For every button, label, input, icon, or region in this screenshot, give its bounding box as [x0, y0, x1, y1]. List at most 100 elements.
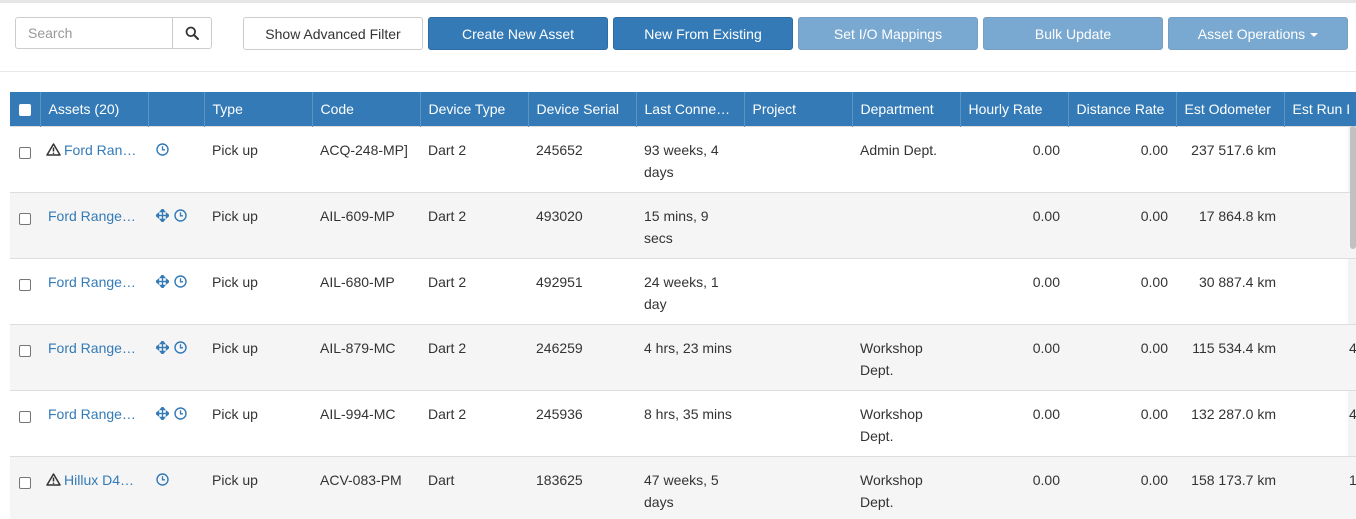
- bulk-update-button[interactable]: Bulk Update: [983, 17, 1163, 50]
- code-cell: AIL-680-MP: [312, 257, 420, 325]
- department-line: Dept.: [860, 427, 894, 444]
- est-odometer-cell: 115 534.4 km: [1176, 323, 1284, 391]
- est-run-cell: 602: [1284, 191, 1356, 259]
- row-checkbox[interactable]: [19, 410, 31, 423]
- est-odometer-cell: 30 887.4 km: [1176, 257, 1284, 325]
- clock-icon[interactable]: [174, 404, 187, 426]
- locate-icon[interactable]: [154, 272, 171, 294]
- assets-table: Assets (20) Type Code Device Type Device…: [10, 92, 1356, 519]
- hourly-rate-cell: 0.00: [960, 125, 1068, 193]
- department-cell: Workshop Dept.: [852, 323, 960, 391]
- locate-icon[interactable]: [154, 338, 171, 360]
- est-odometer-cell: 237 517.6 km: [1176, 125, 1284, 193]
- distance-rate-cell: 0.00: [1068, 389, 1176, 457]
- asset-actions-cell: [148, 389, 204, 457]
- row-select-cell: [10, 257, 40, 325]
- set-io-mappings-button[interactable]: Set I/O Mappings: [798, 17, 978, 50]
- distance-rate-cell: 0.00: [1068, 455, 1176, 519]
- warning-icon: [46, 140, 61, 162]
- est-run-cell: 1 702: [1284, 125, 1356, 193]
- last-connected-cell: 15 mins, 9 secs: [636, 191, 744, 259]
- clock-icon[interactable]: [174, 272, 187, 294]
- locate-icon[interactable]: [154, 404, 171, 426]
- row-checkbox[interactable]: [19, 278, 31, 291]
- create-new-asset-button[interactable]: Create New Asset: [428, 17, 608, 50]
- column-header-hourly-rate[interactable]: Hourly Rate: [960, 92, 1069, 126]
- hourly-rate-cell: 0.00: [960, 191, 1068, 259]
- column-header-type[interactable]: Type: [204, 92, 313, 126]
- project-cell: [744, 125, 852, 193]
- asset-link[interactable]: Ford Range…: [48, 208, 136, 224]
- column-header-assets[interactable]: Assets (20): [40, 92, 149, 126]
- est-odometer-cell: 17 864.8 km: [1176, 191, 1284, 259]
- column-header-last-connected[interactable]: Last Conne…: [636, 92, 745, 126]
- column-header-device-type[interactable]: Device Type: [420, 92, 529, 126]
- row-checkbox[interactable]: [19, 476, 31, 489]
- locate-icon[interactable]: [154, 206, 171, 228]
- project-cell: [744, 191, 852, 259]
- clock-icon[interactable]: [156, 470, 169, 492]
- code-cell: AIL-994-MC: [312, 389, 420, 457]
- device-type-cell: Dart 2: [420, 191, 528, 259]
- row-select-cell: [10, 455, 40, 519]
- table-row[interactable]: Hillux D4… Pick up ACV-083-PM Dart 183625 47 …: [10, 455, 1356, 519]
- hourly-rate-cell: 0.00: [960, 455, 1068, 519]
- asset-link[interactable]: Ford Ran…: [64, 142, 136, 158]
- type-cell: Pick up: [204, 191, 312, 259]
- asset-link[interactable]: Ford Range…: [48, 406, 136, 422]
- column-header-department[interactable]: Department: [852, 92, 961, 126]
- clock-icon[interactable]: [156, 140, 169, 162]
- clock-icon[interactable]: [174, 338, 187, 360]
- table-header-row: Assets (20) Type Code Device Type Device…: [10, 92, 1356, 126]
- code-cell: ACQ-248-MP]: [312, 125, 420, 193]
- device-serial-cell: 245652: [528, 125, 636, 193]
- project-cell: [744, 455, 852, 519]
- column-header-distance-rate[interactable]: Distance Rate: [1068, 92, 1177, 126]
- asset-operations-dropdown[interactable]: Asset Operations: [1168, 17, 1348, 50]
- row-checkbox[interactable]: [19, 344, 31, 357]
- last-connected-cell: 8 hrs, 35 mins: [636, 389, 744, 457]
- type-cell: Pick up: [204, 455, 312, 519]
- show-advanced-filter-button[interactable]: Show Advanced Filter: [243, 17, 423, 50]
- asset-actions-cell: [148, 323, 204, 391]
- department-line: Dept.: [860, 493, 894, 510]
- est-odometer-cell: 158 173.7 km: [1176, 455, 1284, 519]
- asset-actions-cell: [148, 257, 204, 325]
- department-cell: [852, 191, 960, 259]
- device-serial-cell: 245936: [528, 389, 636, 457]
- clock-icon[interactable]: [174, 206, 187, 228]
- table-row[interactable]: Ford Range… Pick up AIL-680-MP Dart 2 492951…: [10, 257, 1356, 325]
- last-connected-line: 4 hrs, 23 mins: [644, 339, 732, 356]
- select-all-checkbox[interactable]: [19, 104, 31, 117]
- row-checkbox[interactable]: [19, 146, 31, 159]
- asset-cell: Ford Range…: [40, 191, 148, 259]
- scrollbar-thumb[interactable]: [1350, 126, 1356, 249]
- table-row[interactable]: Ford Ran… Pick up ACQ-248-MP] Dart 2 245652 9…: [10, 125, 1356, 193]
- type-cell: Pick up: [204, 323, 312, 391]
- row-checkbox[interactable]: [19, 212, 31, 225]
- column-header-project[interactable]: Project: [744, 92, 853, 126]
- asset-link[interactable]: Hillux D4…: [64, 472, 134, 488]
- search-input[interactable]: [15, 17, 173, 49]
- est-run-cell: 4 786: [1284, 323, 1356, 391]
- asset-link[interactable]: Ford Range…: [48, 274, 136, 290]
- search-button[interactable]: [172, 17, 212, 49]
- warning-icon: [46, 470, 61, 492]
- last-connected-cell: 93 weeks, 4 days: [636, 125, 744, 193]
- new-from-existing-button[interactable]: New From Existing: [613, 17, 793, 50]
- last-connected-line: days: [644, 163, 674, 180]
- last-connected-line: secs: [644, 229, 673, 246]
- column-header-code[interactable]: Code: [312, 92, 421, 126]
- device-type-cell: Dart 2: [420, 323, 528, 391]
- table-row[interactable]: Ford Range… Pick up AIL-994-MC Dart 2 245936…: [10, 389, 1356, 457]
- select-all-cell: [10, 92, 41, 126]
- table-row[interactable]: Ford Range… Pick up AIL-609-MP Dart 2 493020…: [10, 191, 1356, 259]
- column-header-est-run[interactable]: Est Run I: [1284, 92, 1356, 126]
- row-select-cell: [10, 323, 40, 391]
- est-odometer-cell: 132 287.0 km: [1176, 389, 1284, 457]
- asset-link[interactable]: Ford Range…: [48, 340, 136, 356]
- column-header-device-serial[interactable]: Device Serial: [528, 92, 637, 126]
- column-header-est-odometer[interactable]: Est Odometer: [1176, 92, 1285, 126]
- asset-cell: Hillux D4…: [40, 455, 148, 519]
- table-row[interactable]: Ford Range… Pick up AIL-879-MC Dart 2 246259…: [10, 323, 1356, 391]
